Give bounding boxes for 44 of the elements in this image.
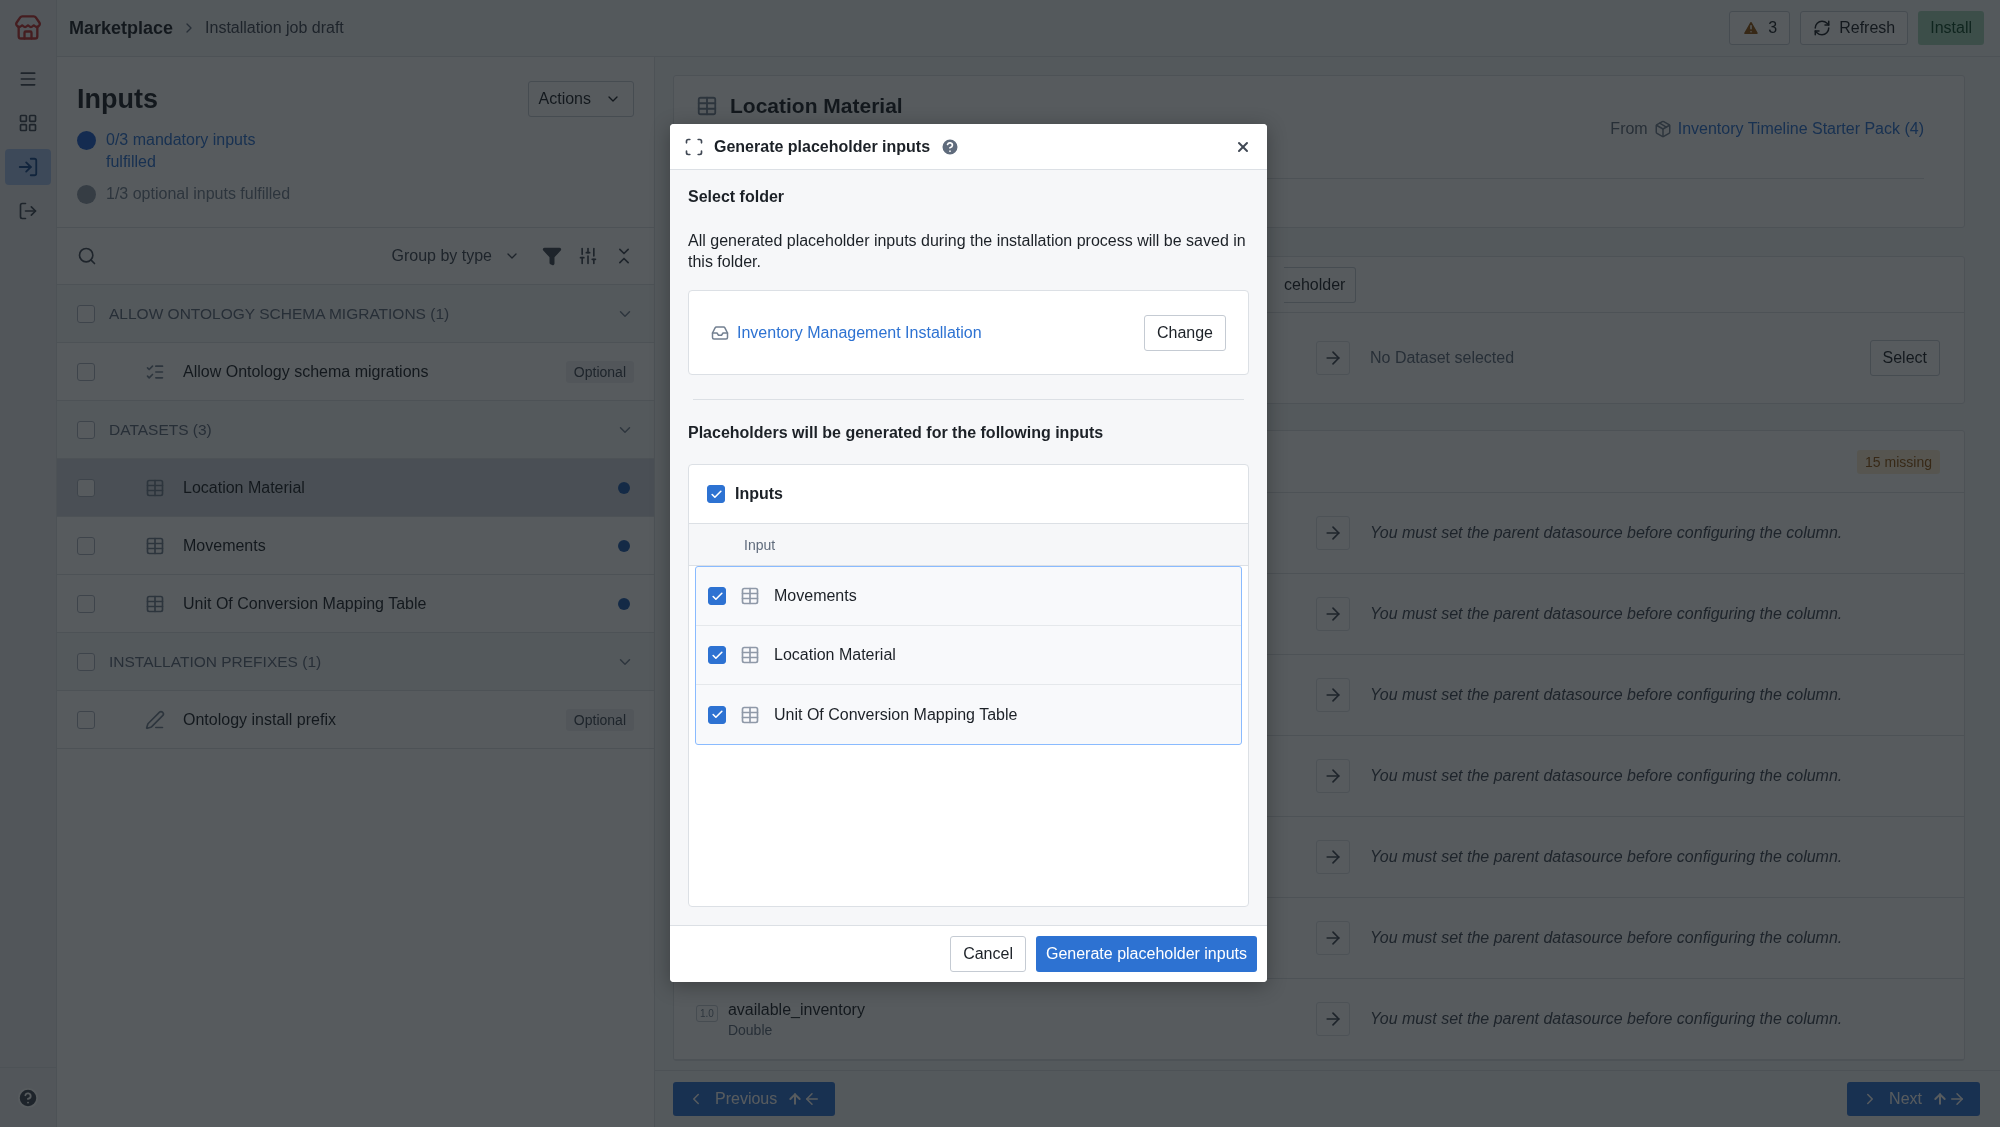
source-link[interactable]: Inventory Timeline Starter Pack (4) (1677, 120, 1924, 138)
column-message: You must set the parent datasource before configuring the column. (1370, 767, 1843, 785)
column-name: available_inventory (727, 1000, 865, 1019)
check-icon (710, 648, 724, 662)
column-message: You must set the parent datasource before configuring the column. (1370, 848, 1843, 866)
scan-icon (684, 136, 704, 157)
change-button[interactable]: Change (1143, 314, 1226, 351)
column-message: You must set the parent datasource before configuring the column. (1370, 1010, 1843, 1028)
group-label: Inputs (735, 485, 783, 503)
dataset-title: Location Material (730, 94, 903, 118)
input-name: Movements (774, 587, 857, 605)
check-icon (710, 708, 724, 721)
folder-icon (711, 323, 729, 342)
input-name: Unit Of Conversion Mapping Table (183, 594, 428, 613)
checkbox[interactable] (708, 705, 726, 724)
table-icon (740, 704, 760, 725)
input-name: Ontology install prefix (183, 710, 337, 729)
dialog-title: Generate placeholder inputs (714, 137, 931, 156)
section-title: Select folder (688, 188, 786, 206)
cancel-button[interactable]: Cancel (950, 936, 1026, 972)
table-icon (740, 586, 760, 606)
column-message: You must set the parent datasource before configuring the column. (1370, 524, 1843, 542)
help-icon[interactable] (940, 136, 961, 157)
breadcrumb-item[interactable]: Marketplace (69, 17, 174, 39)
input-name: Movements (183, 536, 267, 555)
column-message: You must set the parent datasource before configuring the column. (1370, 686, 1843, 704)
input-name: Location Material (183, 478, 306, 497)
checkbox[interactable] (708, 587, 726, 605)
column-message: You must set the parent datasource before configuring the column. (1370, 929, 1843, 947)
check-icon (710, 589, 724, 603)
checkbox[interactable] (707, 485, 725, 503)
input-name: Allow Ontology schema migrations (183, 362, 430, 381)
input-name: Unit Of Conversion Mapping Table (774, 705, 1018, 724)
column-message: You must set the parent datasource before configuring the column. (1370, 605, 1843, 623)
column-header: Input (744, 536, 776, 553)
panel-title: Inputs (77, 83, 158, 115)
generate-button[interactable]: Generate placeholder inputs (1035, 936, 1257, 972)
section-title: Placeholders will be generated for the following inputs (688, 424, 1105, 442)
checkbox[interactable] (708, 646, 726, 664)
input-name: Location Material (774, 646, 896, 664)
table-icon (740, 645, 760, 665)
description: All generated placeholder inputs during the installation process will be saved in this folder. (688, 231, 1247, 272)
check-icon (709, 487, 723, 501)
folder-link[interactable]: Inventory Management Installation (737, 323, 1136, 342)
